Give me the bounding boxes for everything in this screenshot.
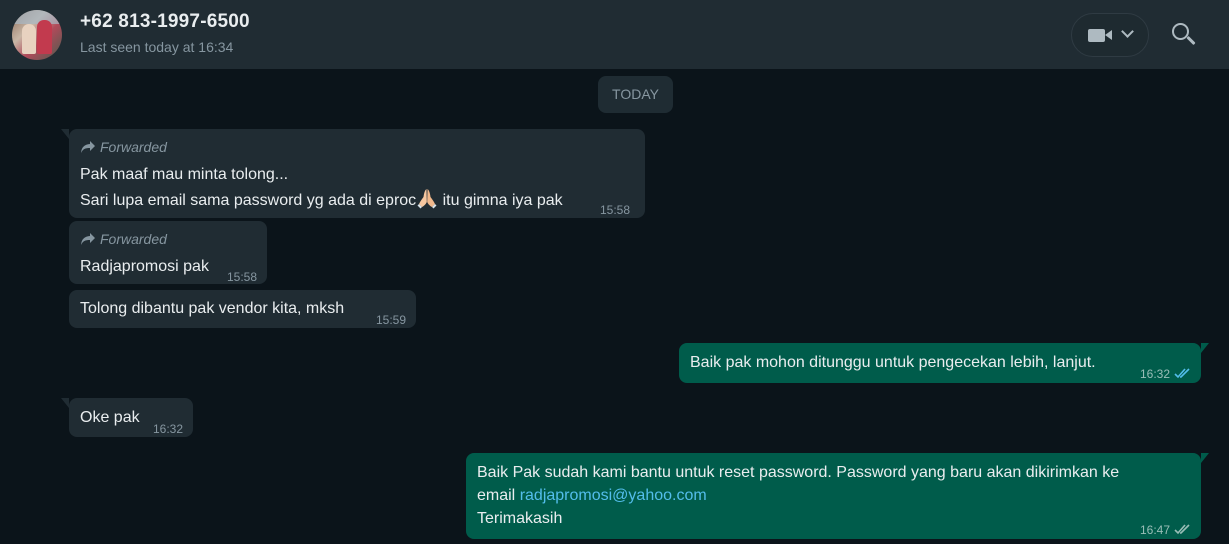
bubble-tail xyxy=(61,398,69,408)
delivered-receipt-icon xyxy=(1174,520,1192,542)
message-text: Tolong dibantu pak vendor kita, mksh xyxy=(80,300,345,317)
message-timestamp: 16:32 xyxy=(1140,367,1171,381)
bubble-tail xyxy=(1201,343,1209,353)
avatar-figure xyxy=(37,20,52,54)
message-text: itu gimna iya pak xyxy=(438,192,563,209)
email-link[interactable]: radjapromosi@yahoo.com xyxy=(520,487,707,504)
last-seen-status: Last seen today at 16:34 xyxy=(80,39,234,55)
bubble-tail xyxy=(61,129,69,139)
message-text-line: email radjapromosi@yahoo.com xyxy=(477,485,707,507)
message-outgoing[interactable]: Baik Pak sudah kami bantu untuk reset pa… xyxy=(466,453,1209,542)
message-outgoing[interactable]: Baik pak mohon ditunggu untuk pengecekan… xyxy=(679,343,1209,386)
read-receipt-icon xyxy=(1174,364,1192,386)
message-text: Oke pak xyxy=(80,409,140,426)
forward-icon xyxy=(80,232,96,246)
message-text: email xyxy=(477,487,520,504)
message-timestamp: 15:59 xyxy=(376,313,407,327)
message-timestamp: 16:47 xyxy=(1140,523,1171,537)
chat-header: +62 813-1997-6500 Last seen today at 16:… xyxy=(0,0,1229,69)
video-call-icon xyxy=(1088,29,1105,42)
forwarded-text: Forwarded xyxy=(100,231,167,247)
forwarded-label: Forwarded xyxy=(80,137,167,157)
message-text: Pak maaf mau minta tolong... xyxy=(80,166,289,183)
message-text: Baik pak mohon ditunggu untuk pengecekan… xyxy=(690,354,1096,371)
bubble-tail xyxy=(1201,453,1209,463)
message-timestamp: 15:58 xyxy=(600,203,631,217)
message-text-line: Sari lupa email sama password yg ada di … xyxy=(80,187,563,212)
forwarded-text: Forwarded xyxy=(100,139,167,155)
avatar-background xyxy=(12,10,62,24)
video-call-button[interactable] xyxy=(1071,13,1149,57)
message-incoming[interactable]: Tolong dibantu pak vendor kita, mksh 15:… xyxy=(69,290,416,328)
message-text: Sari lupa email sama password yg ada di … xyxy=(80,192,417,209)
video-call-icon-lens xyxy=(1105,30,1112,40)
forwarded-label: Forwarded xyxy=(80,229,167,249)
message-incoming[interactable]: Forwarded Pak maaf mau minta tolong... S… xyxy=(61,129,645,218)
avatar[interactable] xyxy=(12,10,62,60)
search-icon-handle xyxy=(1186,35,1196,46)
avatar-figure xyxy=(22,24,36,54)
message-text: Radjapromosi pak xyxy=(80,258,209,275)
message-text: Baik Pak sudah kami bantu untuk reset pa… xyxy=(477,464,1120,481)
contact-name[interactable]: +62 813-1997-6500 xyxy=(80,11,250,33)
message-timestamp: 15:58 xyxy=(227,270,258,284)
message-incoming[interactable]: Oke pak 16:32 xyxy=(61,398,193,437)
message-incoming[interactable]: Forwarded Radjapromosi pak 15:58 xyxy=(69,221,267,284)
folded-hands-emoji-icon xyxy=(416,187,438,209)
search-button[interactable] xyxy=(1170,21,1200,51)
chevron-down-icon xyxy=(1121,25,1134,38)
date-divider: TODAY xyxy=(598,76,673,113)
message-text: Terimakasih xyxy=(477,510,563,527)
message-timestamp: 16:32 xyxy=(153,422,184,436)
forward-icon xyxy=(80,140,96,154)
